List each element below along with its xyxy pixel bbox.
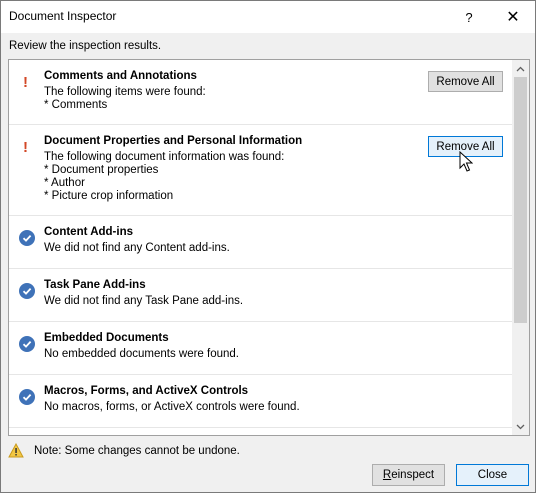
help-button[interactable]: ? [447,1,491,33]
description-line: * Author [44,177,85,189]
description-line: We did not find any Task Pane add-ins. [44,295,244,307]
reinspect-button[interactable]: Reinspect [372,464,445,486]
result-item-comments: ! Comments and Annotations The following… [9,60,512,125]
result-item-content-addins: Content Add-ins We did not find any Cont… [9,216,512,269]
document-inspector-dialog: Document Inspector ? ✕ Review the inspec… [0,0,536,493]
result-heading: Document Properties and Personal Informa… [44,135,303,147]
description-line: No embedded documents were found. [44,348,239,360]
warning-triangle-icon [8,442,24,461]
description-line: The following items were found: [44,86,206,98]
vertical-scrollbar[interactable] [512,60,529,435]
warning-icon: ! [23,139,28,156]
description-line: We did not find any Content add-ins. [44,242,230,254]
scroll-up-icon[interactable] [512,60,529,77]
result-item-partial [9,428,512,435]
mouse-pointer-icon [459,151,473,172]
results-items: ! Comments and Annotations The following… [9,60,512,435]
dialog-title: Document Inspector [9,9,117,23]
close-button[interactable]: Close [456,464,529,486]
checkmark-icon [19,230,35,246]
result-item-document-properties: ! Document Properties and Personal Infor… [9,125,512,216]
result-description: We did not find any Content add-ins. [44,242,230,255]
result-item-embedded-documents: Embedded Documents No embedded documents… [9,322,512,375]
reinspect-label-rest: einspect [391,469,435,481]
description-line: No macros, forms, or ActiveX controls we… [44,401,300,413]
remove-all-comments-button[interactable]: Remove All [428,71,503,92]
scroll-down-icon[interactable] [512,418,529,435]
result-heading: Embedded Documents [44,332,169,344]
description-line: * Comments [44,99,108,111]
checkmark-icon [19,283,35,299]
result-description: No embedded documents were found. [44,348,239,361]
scrollbar-thumb[interactable] [514,77,527,323]
description-line: * Document properties [44,164,159,176]
result-item-macros: Macros, Forms, and ActiveX Controls No m… [9,375,512,428]
result-heading: Task Pane Add-ins [44,279,146,291]
warning-icon: ! [23,74,28,91]
result-description: No macros, forms, or ActiveX controls we… [44,401,300,414]
checkmark-icon [19,389,35,405]
description-line: * Picture crop information [44,190,174,202]
result-heading: Content Add-ins [44,226,134,238]
results-list[interactable]: ! Comments and Annotations The following… [8,59,530,436]
title-bar: Document Inspector ? ✕ [1,1,535,33]
result-item-task-pane-addins: Task Pane Add-ins We did not find any Ta… [9,269,512,322]
result-heading: Comments and Annotations [44,70,197,82]
instruction-text: Review the inspection results. [9,40,162,52]
undo-warning-note: Note: Some changes cannot be undone. [34,445,240,457]
description-line: The following document information was f… [44,151,285,163]
result-heading: Macros, Forms, and ActiveX Controls [44,385,249,397]
result-description: The following items were found: * Commen… [44,86,206,112]
checkmark-icon [19,336,35,352]
result-description: We did not find any Task Pane add-ins. [44,295,243,308]
result-description: The following document information was f… [44,151,284,203]
reinspect-mnemonic: R [382,469,392,481]
close-window-button[interactable]: ✕ [491,1,535,33]
